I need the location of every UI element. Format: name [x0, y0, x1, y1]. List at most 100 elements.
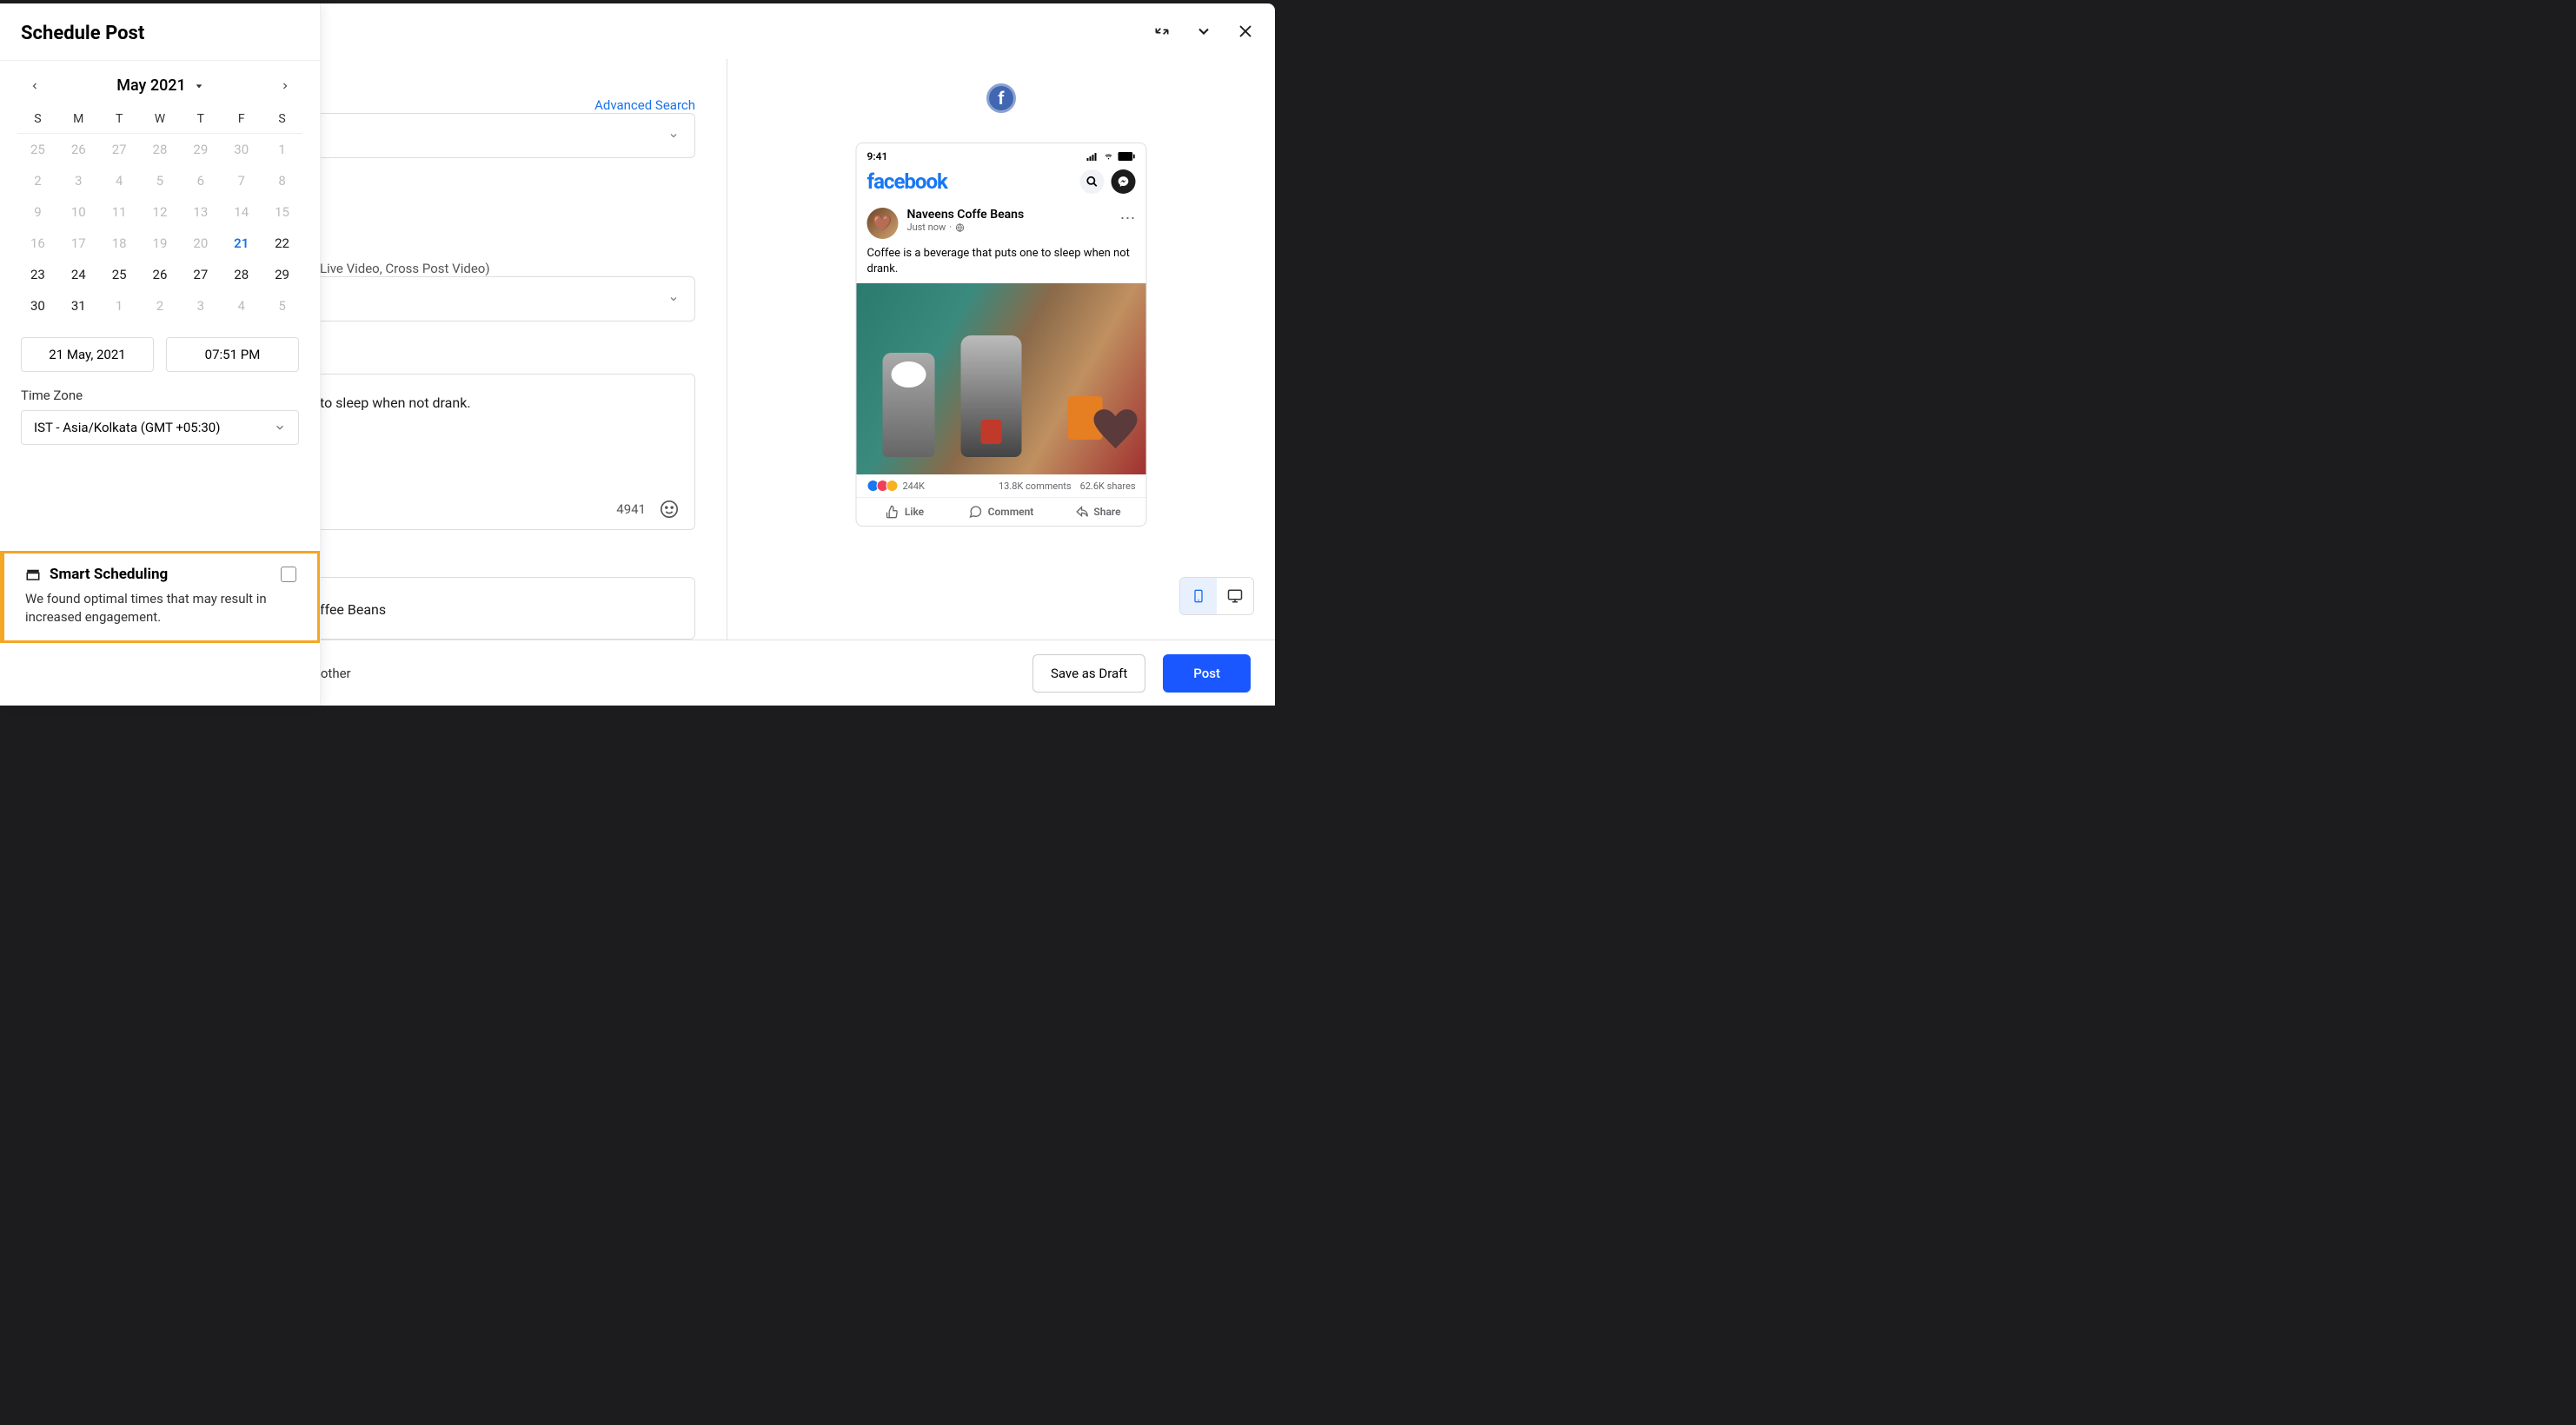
reactions-count: 244K — [903, 481, 925, 492]
calendar-day[interactable]: 30 — [221, 134, 262, 165]
signal-icon — [1087, 152, 1099, 161]
fb-search-icon — [1080, 169, 1105, 194]
calendar-day[interactable]: 30 — [17, 290, 58, 321]
calendar-dow: S — [262, 105, 302, 134]
calendar-day[interactable]: 7 — [221, 165, 262, 196]
smart-scheduling-checkbox[interactable] — [281, 567, 296, 582]
like-button: Like — [857, 498, 953, 526]
engagement-row: 244K 13.8K comments 62.6K shares — [857, 474, 1146, 497]
calendar-dow: M — [58, 105, 99, 134]
mobile-icon — [1192, 587, 1205, 606]
timezone-select[interactable]: IST - Asia/Kolkata (GMT +05:30) — [21, 410, 299, 445]
calendar-day[interactable]: 5 — [262, 290, 302, 321]
close-icon[interactable] — [1237, 23, 1254, 40]
calendar-day[interactable]: 1 — [99, 290, 140, 321]
calendar-day[interactable]: 1 — [262, 134, 302, 165]
preview-panel: f 9:41 facebook — [727, 59, 1275, 640]
chevron-left-icon — [30, 81, 40, 91]
collapse-icon[interactable] — [1195, 23, 1212, 40]
calendar-day[interactable]: 2 — [17, 165, 58, 196]
calendar-day[interactable]: 9 — [17, 196, 58, 228]
share-icon — [1074, 505, 1088, 519]
calendar-day[interactable]: 4 — [221, 290, 262, 321]
calendar-day[interactable]: 24 — [58, 259, 99, 290]
calendar-day[interactable]: 17 — [58, 228, 99, 259]
brand-visible-fragment: ffee Beans — [320, 601, 386, 618]
calendar-day[interactable]: 25 — [99, 259, 140, 290]
body-visible-fragment: to sleep when not drank. — [320, 394, 471, 411]
calendar-day[interactable]: 25 — [17, 134, 58, 165]
more-icon: ⋯ — [1120, 208, 1136, 228]
calendar-day[interactable]: 12 — [140, 196, 181, 228]
calendar-day[interactable]: 5 — [140, 165, 181, 196]
post-button[interactable]: Post — [1163, 654, 1251, 693]
advanced-search-link[interactable]: Advanced Search — [594, 97, 695, 113]
date-input[interactable]: 21 May, 2021 — [21, 337, 154, 372]
wifi-icon — [1103, 152, 1115, 161]
page-name: Naveens Coffe Beans — [907, 208, 1112, 222]
calendar-dow: T — [180, 105, 221, 134]
calendar-day[interactable]: 13 — [180, 196, 221, 228]
phone-preview: 9:41 facebook 🤎 — [856, 142, 1147, 527]
calendar-dow: W — [140, 105, 181, 134]
haha-reaction-icon — [886, 480, 899, 492]
desktop-preview-button[interactable] — [1217, 578, 1253, 614]
calendar-day[interactable]: 28 — [140, 134, 181, 165]
calendar-day[interactable]: 19 — [140, 228, 181, 259]
calendar-day[interactable]: 27 — [180, 259, 221, 290]
timezone-label: Time Zone — [0, 382, 320, 410]
save-draft-button[interactable]: Save as Draft — [1032, 654, 1145, 693]
time-input[interactable]: 07:51 PM — [166, 337, 299, 372]
chevron-down-icon — [668, 130, 679, 141]
compose-modal: Advanced Search Live Video, Cross Post V… — [0, 3, 1275, 706]
calendar-grid: SMTWTFS 25262728293012345678910111213141… — [0, 105, 320, 321]
video-hint-text: Live Video, Cross Post Video) — [320, 261, 490, 276]
calendar-day[interactable]: 26 — [58, 134, 99, 165]
calendar-day[interactable]: 29 — [262, 259, 302, 290]
mobile-preview-button[interactable] — [1180, 578, 1217, 614]
calendar-day[interactable]: 21 — [221, 228, 262, 259]
battery-icon — [1119, 152, 1136, 161]
calendar-day[interactable]: 15 — [262, 196, 302, 228]
caret-down-icon — [195, 82, 203, 90]
schedule-panel: Schedule Post May 2021 SMTWTFS 252627282… — [0, 3, 321, 706]
calendar-day[interactable]: 16 — [17, 228, 58, 259]
post-time: Just now· — [907, 222, 1112, 233]
calendar-day[interactable]: 8 — [262, 165, 302, 196]
calendar-day[interactable]: 29 — [180, 134, 221, 165]
schedule-title: Schedule Post — [0, 3, 320, 61]
calendar-dow: F — [221, 105, 262, 134]
facebook-channel-badge[interactable]: f — [986, 83, 1016, 113]
calendar-day[interactable]: 10 — [58, 196, 99, 228]
clock-text: 9:41 — [867, 150, 888, 162]
chevron-down-icon — [274, 421, 286, 434]
post-header: 🤎 Naveens Coffe Beans Just now· ⋯ — [857, 202, 1146, 244]
calendar-day[interactable]: 28 — [221, 259, 262, 290]
calendar-day[interactable]: 22 — [262, 228, 302, 259]
calendar-day[interactable]: 26 — [140, 259, 181, 290]
calendar-header: May 2021 — [0, 61, 320, 105]
comment-button: Comment — [953, 498, 1050, 526]
next-month-button[interactable] — [276, 77, 294, 95]
phone-status-bar: 9:41 — [857, 143, 1146, 166]
prev-month-button[interactable] — [26, 77, 43, 95]
calendar-day[interactable]: 3 — [58, 165, 99, 196]
chevron-down-icon — [668, 294, 679, 304]
calendar-day[interactable]: 2 — [140, 290, 181, 321]
calendar-day[interactable]: 27 — [99, 134, 140, 165]
calendar-day[interactable]: 11 — [99, 196, 140, 228]
emoji-icon[interactable] — [660, 500, 679, 519]
calendar-day[interactable]: 14 — [221, 196, 262, 228]
calendar-day[interactable]: 20 — [180, 228, 221, 259]
calendar-day[interactable]: 18 — [99, 228, 140, 259]
calendar-day[interactable]: 31 — [58, 290, 99, 321]
thumbs-up-icon — [886, 505, 900, 519]
minimize-icon[interactable] — [1153, 23, 1171, 40]
calendar-day[interactable]: 4 — [99, 165, 140, 196]
calendar-day[interactable]: 3 — [180, 290, 221, 321]
calendar-day[interactable]: 6 — [180, 165, 221, 196]
calendar-day[interactable]: 23 — [17, 259, 58, 290]
fb-messenger-icon — [1112, 169, 1136, 194]
fb-app-header: facebook — [857, 166, 1146, 202]
month-selector[interactable]: May 2021 — [116, 76, 203, 95]
